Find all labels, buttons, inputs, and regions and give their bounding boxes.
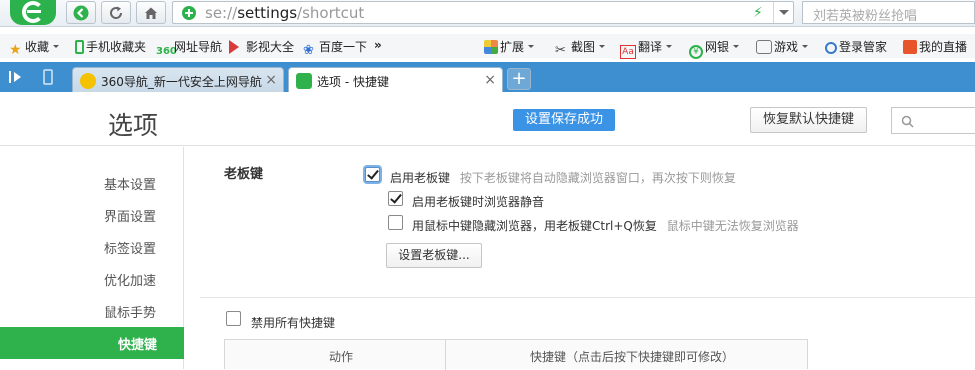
save-success-toast: 设置保存成功 <box>513 109 615 131</box>
nav-icon: 360 <box>156 46 177 57</box>
bookmarks-bar: ★ 收藏 手机收藏夹 360网址导航 影视大全 ❀ 百度一下 » 扩展 ✂ 截图 Aa… <box>0 34 975 59</box>
url-dropdown-button[interactable] <box>773 2 794 23</box>
tv-icon <box>903 40 917 54</box>
browser-logo-icon[interactable] <box>10 0 56 25</box>
chevron-down-icon <box>599 45 606 51</box>
star-icon: ★ <box>9 42 22 58</box>
my-live[interactable]: 我的直播 <box>903 38 967 55</box>
settings-sidebar: 基本设置 界面设置 标签设置 优化加速 鼠标手势 快捷键 <box>0 147 184 369</box>
arrow-left-icon <box>73 5 89 21</box>
refresh-button[interactable] <box>101 1 131 24</box>
enable-boss-key-label[interactable]: 启用老板键 按下老板键将自动隐藏浏览器窗口，再次按下则恢复 <box>390 169 736 186</box>
tab-settings-shortcut[interactable]: 选项 - 快捷键 × <box>288 67 503 92</box>
back-button[interactable] <box>66 1 96 24</box>
shortcuts-table: 动作 快捷键（点击后按下快捷键即可修改） <box>224 339 808 370</box>
wrench-icon <box>296 73 312 89</box>
bookmark-favorites[interactable]: ★ 收藏 <box>9 38 60 58</box>
middle-click-hide-label[interactable]: 用鼠标中键隐藏浏览器，用老板键Ctrl+Q恢复 鼠标中键无法恢复浏览器 <box>412 217 799 234</box>
bookmark-video[interactable]: 影视大全 <box>229 38 294 55</box>
screenshot-menu[interactable]: ✂ 截图 <box>555 38 606 58</box>
video-icon <box>229 40 246 54</box>
sidebar-toggle-button[interactable] <box>6 67 26 87</box>
game-menu[interactable]: 游戏 <box>756 38 809 55</box>
lightning-icon[interactable]: ⚡ <box>753 5 763 21</box>
baidu-icon: ❀ <box>303 43 314 58</box>
sidebar-item-optimize[interactable]: 优化加速 <box>0 263 184 295</box>
extension-icon <box>484 40 498 54</box>
chevron-down-icon <box>53 45 60 51</box>
url-input[interactable]: se://settings/shortcut ⚡ <box>172 1 794 24</box>
search-icon <box>901 115 914 128</box>
table-header-action: 动作 <box>225 340 446 370</box>
restore-default-shortcuts-button[interactable]: 恢复默认快捷键 <box>750 107 867 133</box>
magnifier-key-icon <box>825 42 837 54</box>
tab-strip: 360导航_新一代安全上网导航 × 选项 - 快捷键 × + <box>0 62 975 92</box>
new-tab-button[interactable]: + <box>507 68 531 90</box>
middle-click-hide-checkbox[interactable] <box>388 215 403 230</box>
settings-search-input[interactable] <box>891 107 975 134</box>
sidebar-item-shortcuts[interactable]: 快捷键 <box>0 327 184 359</box>
translate-menu[interactable]: Aa 翻译 <box>620 38 673 59</box>
screenshot-icon: ✂ <box>555 43 566 58</box>
set-boss-key-button[interactable]: 设置老板键... <box>386 243 482 268</box>
sidebar-item-tabs[interactable]: 标签设置 <box>0 231 184 263</box>
game-icon <box>756 40 772 54</box>
chevron-down-icon <box>802 45 809 51</box>
secure-plus-icon <box>182 6 196 20</box>
bank-icon: ¥ <box>689 45 703 59</box>
mute-on-boss-key-label[interactable]: 启用老板键时浏览器静音 <box>412 193 544 210</box>
mobile-sync-button[interactable] <box>38 67 58 87</box>
sidebar-arrow-icon <box>9 71 21 83</box>
phone-icon <box>43 69 53 85</box>
page-title: 选项 <box>108 111 159 140</box>
url-text: se://settings/shortcut <box>205 4 365 22</box>
bookmark-baidu[interactable]: ❀ 百度一下 <box>303 38 367 58</box>
phone-icon <box>75 40 84 54</box>
mute-on-boss-key-checkbox[interactable] <box>388 191 403 206</box>
disable-all-shortcuts-label[interactable]: 禁用所有快捷键 <box>251 314 335 331</box>
translate-icon: Aa <box>620 45 636 59</box>
sidebar-item-mouse-gestures[interactable]: 鼠标手势 <box>0 295 184 327</box>
bookmark-mobile-favorites[interactable]: 手机收藏夹 <box>75 38 146 55</box>
close-icon[interactable]: × <box>265 72 277 88</box>
tab-360-navigation[interactable]: 360导航_新一代安全上网导航 × <box>72 67 284 92</box>
bookmarks-more-button[interactable]: » <box>374 38 382 52</box>
section-divider <box>200 297 975 298</box>
boss-key-section-title: 老板键 <box>224 167 264 182</box>
extension-menu[interactable]: 扩展 <box>484 38 535 55</box>
search-input[interactable]: 刘若英被粉丝抢唱 <box>802 1 975 24</box>
home-icon <box>145 7 157 19</box>
chevron-down-icon <box>528 45 535 51</box>
sidebar-item-basic[interactable]: 基本设置 <box>0 167 184 199</box>
bookmark-nav[interactable]: 360网址导航 <box>156 38 222 59</box>
bank-menu[interactable]: ¥ 网银 <box>689 38 740 59</box>
sidebar-item-interface[interactable]: 界面设置 <box>0 199 184 231</box>
chevron-down-icon <box>666 45 673 51</box>
home-button[interactable] <box>136 1 166 24</box>
chevron-down-icon <box>733 45 740 51</box>
login-manager[interactable]: 登录管家 <box>825 38 887 55</box>
close-icon[interactable]: × <box>484 72 496 88</box>
address-toolbar: se://settings/shortcut ⚡ 刘若英被粉丝抢唱 <box>0 0 975 27</box>
settings-header: 选项 设置保存成功 恢复默认快捷键 <box>0 92 975 146</box>
disable-all-shortcuts-checkbox[interactable] <box>226 311 241 326</box>
360-logo-icon <box>80 73 96 89</box>
refresh-icon <box>110 6 123 19</box>
enable-boss-key-checkbox[interactable] <box>365 167 380 182</box>
